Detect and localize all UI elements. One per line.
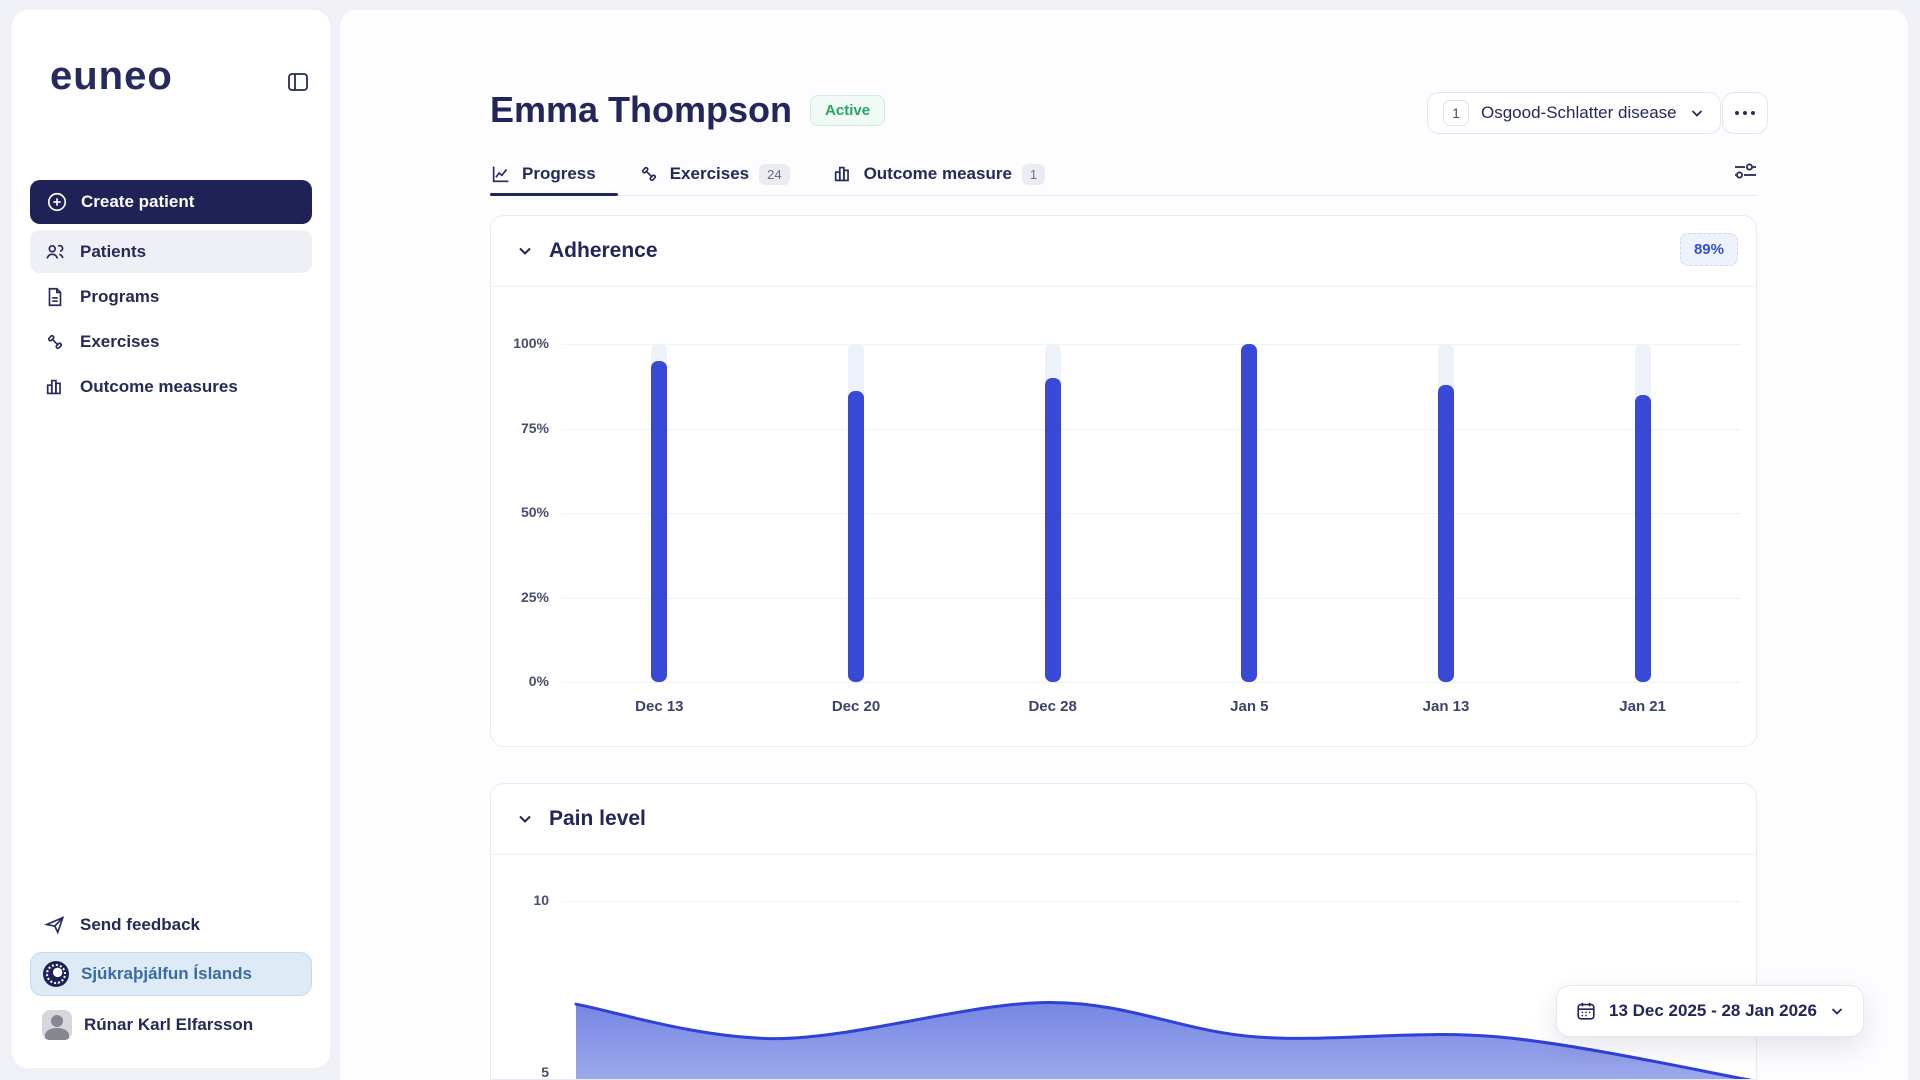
gridline — [561, 598, 1741, 599]
sidebar-item-patients[interactable]: Patients — [30, 230, 312, 273]
gridline — [561, 344, 1741, 345]
tab-progress[interactable]: Progress — [490, 163, 596, 185]
tab-progress-label: Progress — [522, 164, 596, 184]
x-axis-tick: Dec 28 — [1013, 698, 1093, 715]
tab-exercises[interactable]: Exercises 24 — [638, 163, 790, 185]
chevron-down-icon — [1829, 1003, 1845, 1019]
sidebar-item-exercises[interactable]: Exercises — [30, 320, 312, 363]
condition-count-badge: 1 — [1443, 100, 1469, 126]
ellipsis-icon — [1735, 111, 1739, 115]
chevron-down-icon[interactable] — [515, 809, 535, 829]
sidebar-item-label: Patients — [80, 242, 146, 262]
gridline — [561, 682, 1741, 683]
adherence-bar — [1438, 385, 1454, 682]
chevron-down-icon[interactable] — [515, 241, 535, 261]
adherence-card: Adherence 89% 100% 75% 50% 25% 0% Dec 13 Dec 2… — [490, 215, 1757, 747]
bar-chart-icon — [44, 376, 66, 398]
sidebar-item-outcome-measures[interactable]: Outcome measures — [30, 365, 312, 408]
dumbbell-icon — [44, 331, 66, 353]
sidebar-item-label: Outcome measures — [80, 377, 238, 397]
date-range-label: 13 Dec 2025 - 28 Jan 2026 — [1609, 1001, 1817, 1021]
adherence-bar — [1635, 395, 1651, 682]
patient-header: Emma Thompson Active — [490, 82, 885, 138]
patient-name: Emma Thompson — [490, 89, 792, 131]
sidebar: euneo Create patient — [12, 10, 330, 1068]
sidebar-collapse-button[interactable] — [284, 68, 312, 96]
pain-card-header: Pain level — [491, 784, 1756, 855]
x-axis-tick: Dec 20 — [816, 698, 896, 715]
bar-chart-icon — [832, 163, 854, 185]
main-content: Emma Thompson Active 1 Osgood-Schlatter … — [340, 10, 1908, 1080]
tab-outcome-measure[interactable]: Outcome measure 1 — [832, 163, 1046, 185]
adherence-title: Adherence — [549, 239, 658, 263]
plus-circle-icon — [46, 191, 68, 213]
x-axis-tick: Jan 5 — [1209, 698, 1289, 715]
sidebar-nav: Create patient Patients Programs — [30, 180, 312, 410]
pain-area-svg — [491, 855, 1757, 1080]
adherence-card-header: Adherence 89% — [491, 216, 1756, 287]
sidebar-item-label: Programs — [80, 287, 159, 307]
adherence-bar-chart: 100% 75% 50% 25% 0% Dec 13 Dec 20 Dec 28 Jan 5 Ja… — [491, 287, 1756, 746]
adherence-bar — [848, 391, 864, 682]
send-feedback-button[interactable]: Send feedback — [30, 906, 312, 944]
paper-plane-icon — [44, 914, 66, 936]
gridline — [561, 513, 1741, 514]
tab-exercises-count: 24 — [759, 164, 789, 185]
gridline — [561, 429, 1741, 430]
y-axis-tick: 0% — [491, 673, 549, 689]
tab-exercises-label: Exercises — [670, 164, 749, 184]
organization-name: Sjúkraþjálfun Íslands — [81, 964, 252, 984]
y-axis-tick: 50% — [491, 504, 549, 520]
tab-outcome-label: Outcome measure — [864, 164, 1012, 184]
sidebar-footer: Send feedback Sjúkraþjálfun Íslands Rúna… — [30, 906, 312, 1046]
sidebar-collapse-icon — [286, 70, 310, 94]
chart-filter-button[interactable] — [1728, 156, 1762, 186]
calendar-icon — [1575, 1000, 1597, 1022]
tab-outcome-count: 1 — [1022, 164, 1045, 185]
pain-level-area-chart: 10 5 — [491, 855, 1756, 1079]
sidebar-item-programs[interactable]: Programs — [30, 275, 312, 318]
active-tab-indicator — [490, 193, 618, 196]
chevron-down-icon — [1689, 105, 1705, 121]
tabs-divider — [490, 195, 1757, 196]
adherence-bar — [1045, 378, 1061, 682]
y-axis-tick: 100% — [491, 335, 549, 351]
adherence-bar — [1241, 344, 1257, 682]
y-axis-tick: 25% — [491, 589, 549, 605]
user-menu[interactable]: Rúnar Karl Elfarsson — [30, 1004, 312, 1046]
adherence-percentage-badge: 89% — [1680, 233, 1738, 266]
document-icon — [44, 286, 66, 308]
pain-level-title: Pain level — [549, 807, 646, 831]
x-axis-tick: Jan 13 — [1406, 698, 1486, 715]
create-patient-button[interactable]: Create patient — [30, 180, 312, 224]
dumbbell-icon — [638, 163, 660, 185]
user-name: Rúnar Karl Elfarsson — [84, 1015, 253, 1035]
x-axis-tick: Dec 13 — [619, 698, 699, 715]
create-patient-label: Create patient — [81, 192, 194, 212]
sliders-filter-icon — [1732, 160, 1758, 182]
adherence-bar — [651, 361, 667, 682]
status-badge: Active — [810, 95, 885, 126]
user-avatar — [42, 1010, 72, 1040]
euneo-app: euneo Create patient — [0, 0, 1920, 1080]
x-axis-tick: Jan 21 — [1603, 698, 1683, 715]
organization-logo — [43, 961, 69, 987]
condition-dropdown[interactable]: 1 Osgood-Schlatter disease — [1427, 92, 1721, 134]
more-options-button[interactable] — [1722, 92, 1768, 134]
condition-label: Osgood-Schlatter disease — [1481, 103, 1677, 123]
sidebar-item-label: Exercises — [80, 332, 159, 352]
patients-icon — [44, 241, 66, 263]
y-axis-tick: 75% — [491, 420, 549, 436]
line-chart-icon — [490, 163, 512, 185]
euneo-logo: euneo — [50, 54, 173, 99]
organization-switcher[interactable]: Sjúkraþjálfun Íslands — [30, 952, 312, 996]
patient-tabs: Progress Exercises 24 — [490, 154, 1045, 194]
send-feedback-label: Send feedback — [80, 915, 200, 935]
date-range-picker[interactable]: 13 Dec 2025 - 28 Jan 2026 — [1556, 985, 1864, 1037]
